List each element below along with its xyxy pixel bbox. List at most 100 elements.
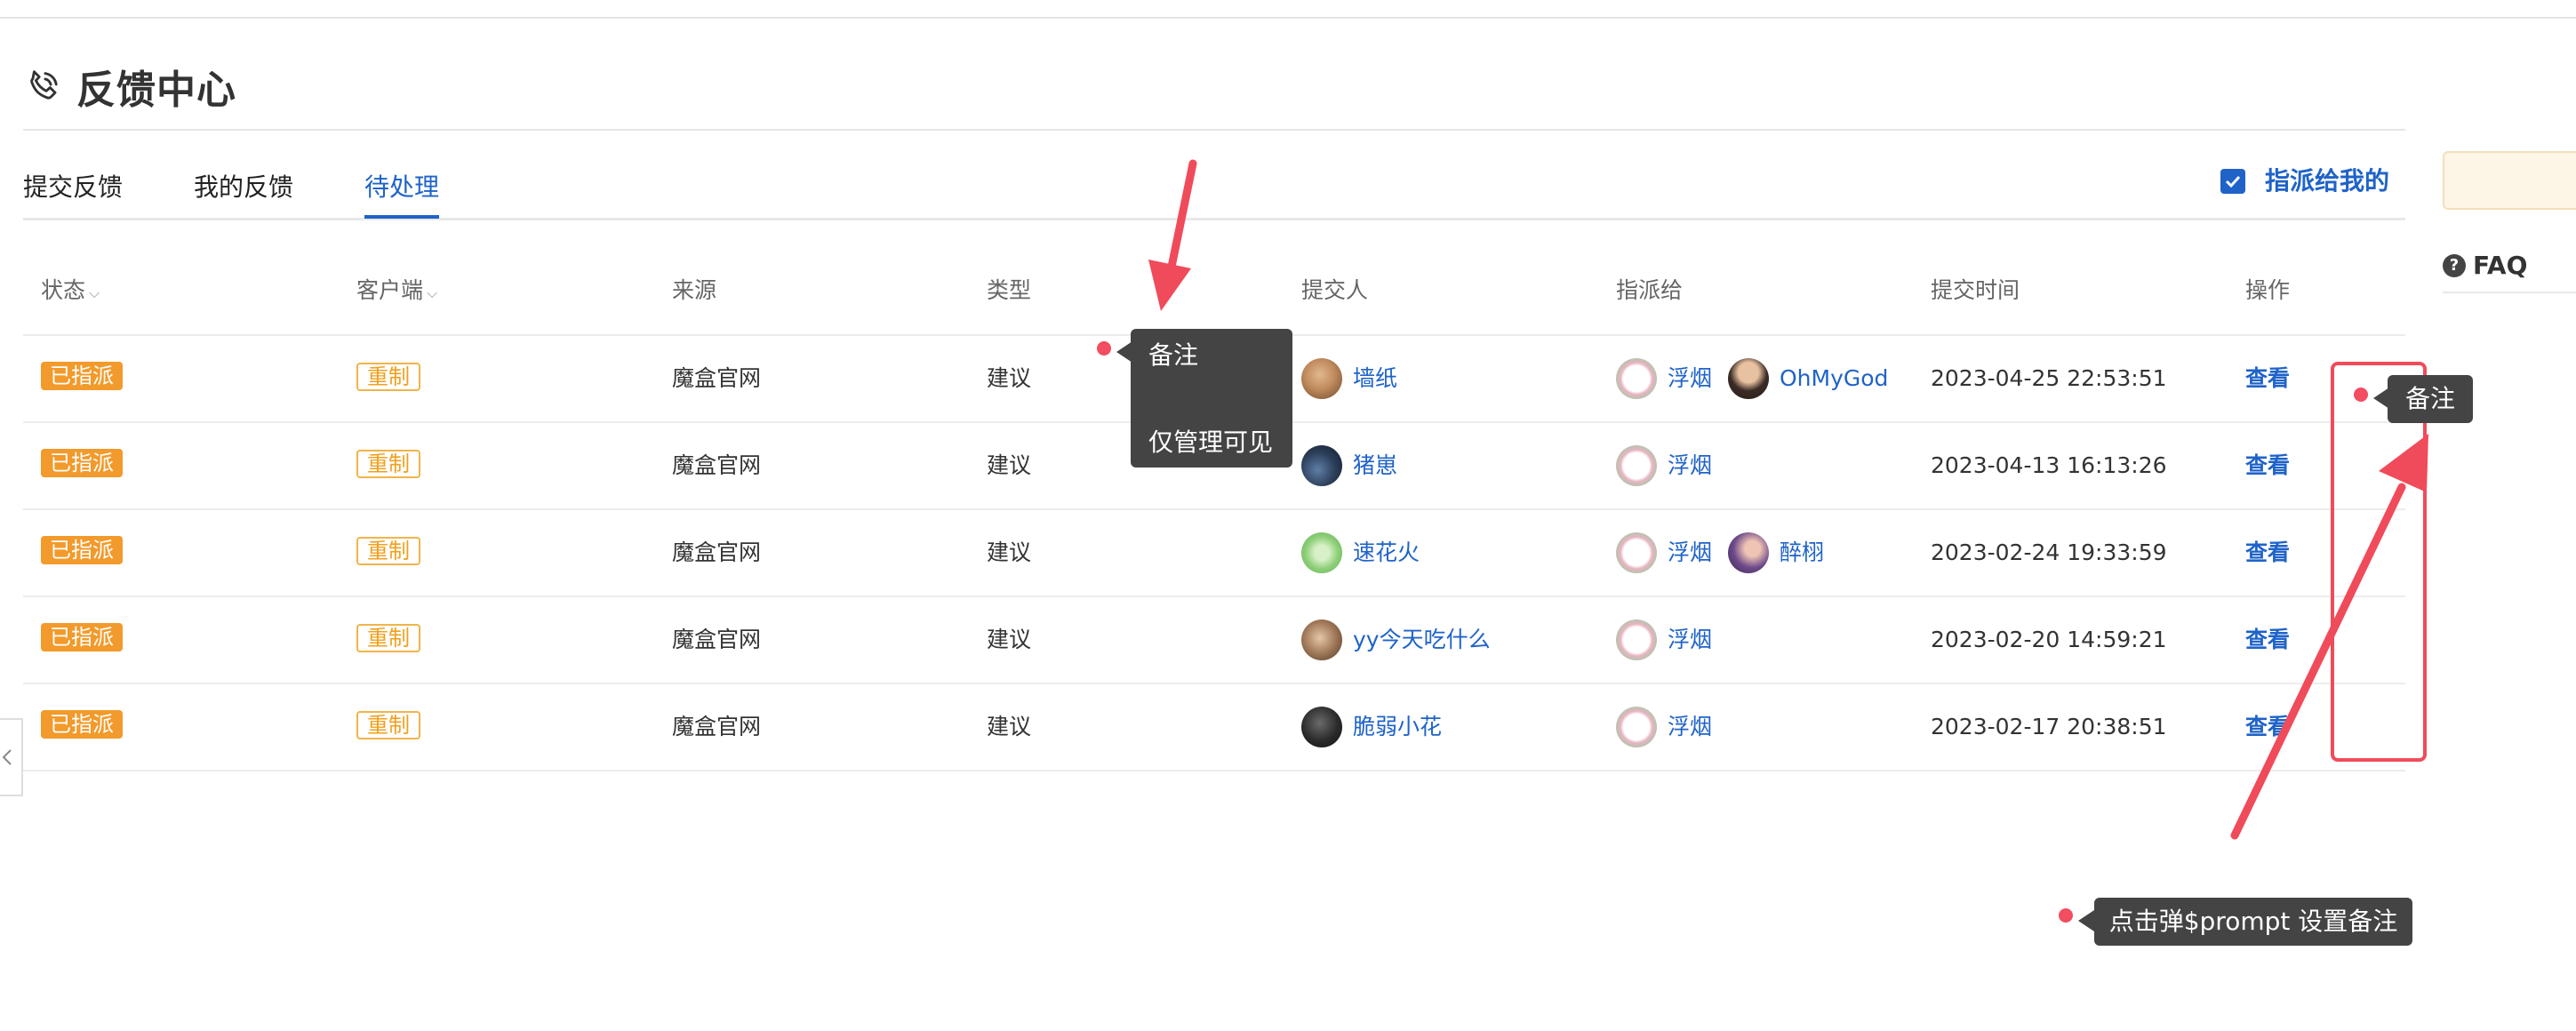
column-header-source: 来源 (672, 277, 717, 303)
checkmark-icon (2225, 175, 2241, 188)
status-badge: 已指派 (41, 449, 123, 477)
client-badge-label: 重制 (356, 450, 420, 478)
prompt-tooltip: 点击弹$prompt 设置备注 (2094, 898, 2412, 946)
avatar[interactable] (1301, 358, 1342, 399)
annotation-dot (1097, 341, 1111, 356)
active-tab-indicator (364, 215, 439, 219)
view-button[interactable]: 查看 (2245, 622, 2290, 658)
status-badge-label: 已指派 (41, 362, 123, 390)
view-button[interactable]: 查看 (2245, 361, 2290, 396)
assigned-to-me-label[interactable]: 指派给我的 (2265, 160, 2389, 203)
assignee-link[interactable]: OhMyGod (1780, 361, 1888, 396)
assignee-link[interactable]: 浮烟 (1668, 448, 1712, 484)
avatar[interactable] (1301, 445, 1342, 486)
annotation-dot (2059, 908, 2073, 923)
view-button[interactable]: 查看 (2245, 709, 2290, 745)
phone-icon (30, 70, 58, 100)
column-header-type: 类型 (987, 277, 1032, 303)
column-header-submit-time: 提交时间 (1931, 277, 2020, 303)
type-cell: 建议 (987, 714, 1032, 739)
avatar[interactable] (1301, 619, 1342, 660)
submitter-link[interactable]: 猪崽 (1353, 448, 1397, 484)
status-badge-label: 已指派 (41, 449, 123, 477)
view-button[interactable]: 查看 (2245, 535, 2290, 571)
avatar[interactable] (1728, 358, 1769, 399)
avatar[interactable] (1728, 532, 1769, 573)
row-divider (23, 595, 2405, 597)
type-cell: 建议 (987, 539, 1032, 565)
assignee-link[interactable]: 浮烟 (1668, 709, 1712, 745)
type-cell: 建议 (987, 365, 1032, 391)
faq-link[interactable]: FAQ (2473, 249, 2527, 283)
chevron-down-icon: ⌵ (89, 284, 100, 301)
submitter-link[interactable]: 速花火 (1353, 535, 1420, 571)
tab-pending[interactable]: 待处理 (364, 165, 439, 210)
note-column-tooltip: 备注 (2388, 375, 2473, 423)
view-button[interactable]: 查看 (2245, 448, 2290, 484)
assignee-link[interactable]: 醉栩 (1780, 535, 1824, 571)
submitter-link[interactable]: 脆弱小花 (1353, 709, 1442, 745)
column-header-client[interactable]: 客户端 ⌵ (356, 273, 437, 311)
chevron-down-icon: ⌵ (427, 284, 438, 301)
assignee-link[interactable]: 浮烟 (1668, 361, 1712, 396)
tooltip-arrow-icon (1116, 341, 1132, 363)
tooltip-arrow-icon (2373, 388, 2389, 409)
avatar[interactable] (1301, 532, 1342, 573)
note-tooltip: 备注 仅管理可见 (1131, 329, 1292, 468)
submit-time-cell: 2023-02-20 14:59:21 (1931, 627, 2167, 652)
assignee-link[interactable]: 浮烟 (1668, 622, 1712, 658)
type-cell: 建议 (987, 627, 1032, 652)
row-divider (23, 770, 2405, 771)
avatar[interactable] (1616, 358, 1657, 399)
submit-time-cell: 2023-02-24 19:33:59 (1931, 539, 2167, 565)
tab-my-feedback[interactable]: 我的反馈 (194, 165, 293, 210)
avatar[interactable] (1616, 445, 1657, 486)
note-tooltip-body: 仅管理可见 (1148, 428, 1274, 457)
help-circle-icon: ? (2443, 254, 2466, 277)
collapse-sidebar-handle[interactable] (0, 718, 23, 796)
status-badge-label: 已指派 (41, 536, 123, 564)
submitter-link[interactable]: 墙纸 (1353, 361, 1397, 396)
annotation-arrows (1148, 159, 2428, 840)
client-badge-label: 重制 (356, 624, 420, 652)
status-badge-label: 已指派 (41, 623, 123, 651)
submit-time-cell: 2023-04-25 22:53:51 (1931, 365, 2167, 391)
row-divider (23, 683, 2405, 684)
assignee-link[interactable]: 浮烟 (1668, 535, 1712, 571)
column-header-status-label: 状态 (41, 277, 86, 303)
column-header-submitter: 提交人 (1301, 277, 1369, 303)
avatar[interactable] (1616, 619, 1657, 660)
column-header-actions: 操作 (2245, 277, 2291, 303)
source-cell: 魔盒官网 (672, 714, 762, 739)
submit-time-cell: 2023-02-17 20:38:51 (1931, 714, 2167, 739)
client-badge-label: 重制 (356, 537, 420, 565)
client-badge: 重制 (356, 536, 420, 566)
source-cell: 魔盒官网 (672, 365, 762, 391)
side-notice-panel (2443, 151, 2576, 210)
status-badge: 已指派 (41, 362, 123, 390)
down-arrow-icon (1148, 159, 1197, 311)
source-cell: 魔盒官网 (672, 452, 762, 478)
source-cell: 魔盒官网 (672, 539, 762, 565)
client-badge: 重制 (356, 710, 420, 740)
column-header-assignee: 指派给 (1616, 277, 1684, 303)
status-badge: 已指派 (41, 710, 123, 739)
status-badge: 已指派 (41, 536, 123, 564)
status-badge-label: 已指派 (41, 710, 123, 739)
avatar[interactable] (1616, 532, 1657, 573)
row-divider (23, 508, 2405, 510)
submit-time-cell: 2023-04-13 16:13:26 (1931, 452, 2167, 478)
column-header-client-label: 客户端 (356, 277, 424, 303)
type-cell: 建议 (987, 452, 1032, 478)
client-badge: 重制 (356, 623, 420, 653)
chevron-left-icon (2, 749, 12, 765)
client-badge: 重制 (356, 362, 420, 392)
avatar[interactable] (1616, 707, 1657, 747)
page-header: 反馈中心 (23, 55, 236, 117)
tab-submit-feedback[interactable]: 提交反馈 (23, 165, 123, 210)
column-header-status[interactable]: 状态 ⌵ (41, 273, 100, 311)
avatar[interactable] (1301, 707, 1342, 747)
client-badge: 重制 (356, 449, 420, 479)
assigned-to-me-checkbox[interactable] (2220, 169, 2245, 194)
submitter-link[interactable]: yy今天吃什么 (1353, 622, 1491, 658)
